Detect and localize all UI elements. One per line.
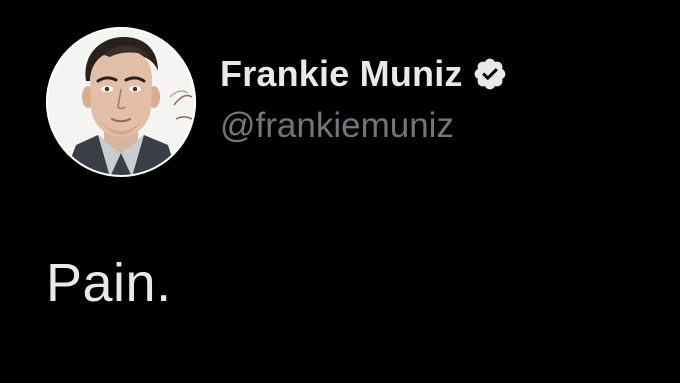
author-display-name[interactable]: Frankie Muniz xyxy=(220,53,463,95)
tweet-card: Frankie Muniz @frankiemuniz Pain. xyxy=(0,0,680,383)
author-handle[interactable]: @frankiemuniz xyxy=(220,106,454,146)
tweet-body-text: Pain. xyxy=(46,253,172,313)
avatar-portrait-illustration xyxy=(46,27,196,177)
author-avatar[interactable] xyxy=(46,27,196,177)
verified-badge-icon xyxy=(472,56,508,92)
author-name-row: Frankie Muniz xyxy=(220,52,508,96)
